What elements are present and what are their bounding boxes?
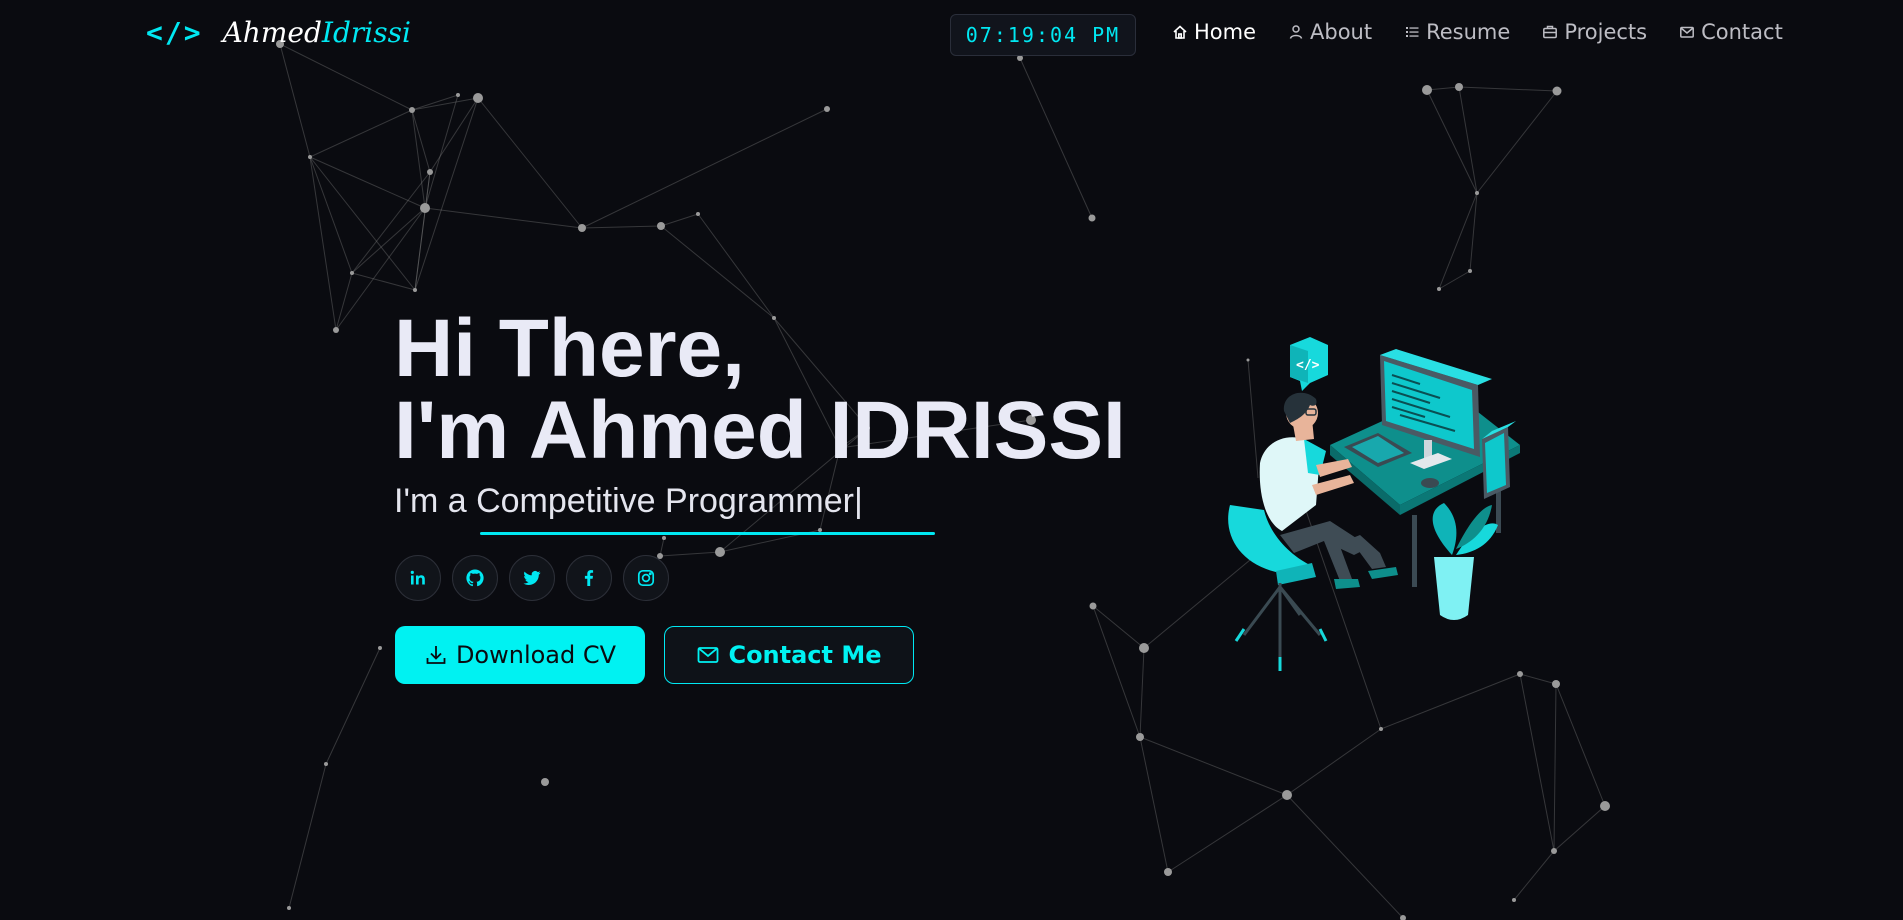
hero-subtitle: I'm a Competitive Programmer| [394, 482, 863, 521]
nav-item-projects[interactable]: Projects [1542, 20, 1647, 44]
contact-me-button[interactable]: Contact Me [664, 626, 914, 684]
home-icon [1173, 25, 1187, 39]
main-navigation: Home About Resume Projects Contact [1172, 20, 1783, 44]
envelope-icon [698, 647, 719, 663]
download-cv-button[interactable]: Download CV [395, 626, 645, 684]
instagram-icon [637, 569, 655, 587]
social-links [395, 555, 669, 601]
role-underline [480, 532, 935, 535]
twitter-icon [523, 570, 541, 585]
nav-item-label: Home [1194, 20, 1257, 44]
linkedin-link[interactable] [395, 555, 441, 601]
nav-item-label: Projects [1564, 20, 1648, 44]
typewriter-role: Competitive Programmer| [476, 482, 863, 520]
download-cv-label: Download CV [455, 641, 617, 669]
brand-logo[interactable]: </> AhmedIdrissi [146, 16, 411, 49]
nav-item-resume[interactable]: Resume [1404, 20, 1510, 44]
list-icon [1406, 27, 1419, 37]
nav-item-label: Contact [1701, 20, 1783, 44]
nav-item-label: Resume [1426, 20, 1511, 44]
github-icon [466, 569, 484, 587]
code-brackets-icon: </> [146, 16, 203, 49]
contact-me-label: Contact Me [728, 641, 882, 669]
hero-greeting: Hi There, [394, 303, 745, 394]
linkedin-icon [410, 570, 425, 585]
nav-item-contact[interactable]: Contact [1679, 20, 1783, 44]
download-icon [426, 646, 446, 664]
nav-item-label: About [1310, 20, 1373, 44]
brand-last-name: Idrissi [321, 16, 411, 49]
instagram-link[interactable] [623, 555, 669, 601]
hero-intro: I'm Ahmed IDRISSI [394, 385, 1126, 476]
user-icon [1289, 25, 1303, 39]
hero-heading: Hi There, I'm Ahmed IDRISSI [394, 308, 1126, 472]
digital-clock: 07:19:04 PM [950, 14, 1136, 56]
brand-first-name: Ahmed [222, 16, 322, 49]
brand-name: AhmedIdrissi [223, 16, 411, 49]
github-link[interactable] [452, 555, 498, 601]
facebook-icon [584, 570, 594, 586]
briefcase-icon [1543, 25, 1558, 39]
nav-item-home[interactable]: Home [1172, 20, 1256, 44]
svg-text:</>: </> [1296, 358, 1320, 373]
twitter-link[interactable] [509, 555, 555, 601]
role-prefix: I'm a [394, 482, 477, 520]
facebook-link[interactable] [566, 555, 612, 601]
nav-item-about[interactable]: About [1288, 20, 1372, 44]
code-bubble-icon: </> [1290, 337, 1328, 391]
programmer-illustration: </> [1228, 337, 1520, 671]
mail-icon [1680, 26, 1695, 38]
